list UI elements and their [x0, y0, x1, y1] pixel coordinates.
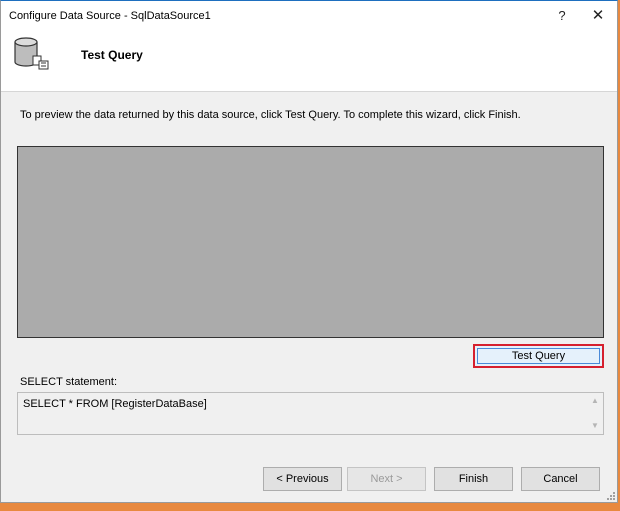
data-preview-grid[interactable] [17, 146, 604, 338]
previous-button[interactable]: < Previous [263, 467, 342, 491]
next-button[interactable]: Next > [347, 467, 426, 491]
database-icon [14, 37, 49, 70]
finish-button[interactable]: Finish [434, 467, 513, 491]
title-bar: Configure Data Source - SqlDataSource1 ?… [1, 1, 617, 31]
scroll-up-icon[interactable]: ▲ [588, 395, 602, 407]
wizard-header: Test Query [1, 31, 617, 92]
resize-grip-icon[interactable] [607, 492, 615, 500]
select-statement-box[interactable]: SELECT * FROM [RegisterDataBase] ▲ ▼ [17, 392, 604, 435]
vertical-scrollbar[interactable]: ▲ ▼ [588, 394, 602, 433]
page-title: Test Query [81, 48, 143, 62]
configure-data-source-dialog: Configure Data Source - SqlDataSource1 ?… [0, 0, 618, 503]
help-button[interactable]: ? [551, 6, 573, 26]
test-query-label: Test Query [477, 348, 600, 364]
instructions-text: To preview the data returned by this dat… [20, 109, 521, 121]
scroll-down-icon[interactable]: ▼ [588, 420, 602, 432]
window-title: Configure Data Source - SqlDataSource1 [9, 10, 211, 22]
close-button[interactable]: ✕ [587, 6, 609, 26]
select-statement-label: SELECT statement: [20, 376, 118, 388]
cancel-button[interactable]: Cancel [521, 467, 600, 491]
select-statement-value: SELECT * FROM [RegisterDataBase] [23, 398, 207, 410]
test-query-button[interactable]: Test Query [473, 344, 604, 368]
